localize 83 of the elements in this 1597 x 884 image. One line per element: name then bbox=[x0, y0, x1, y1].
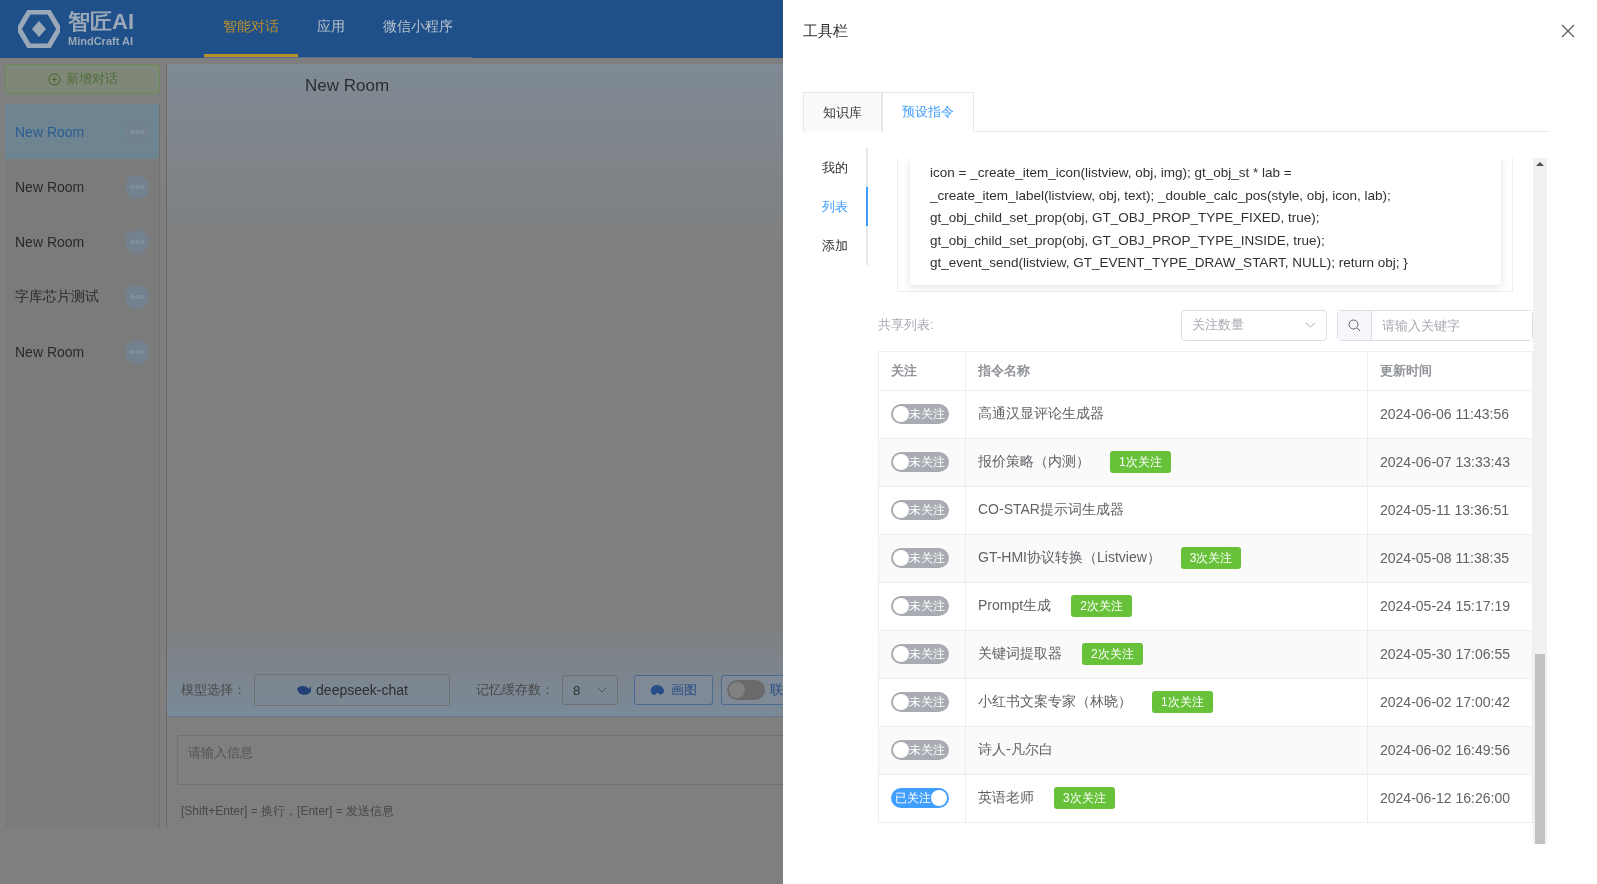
logo-icon bbox=[18, 10, 60, 48]
update-time: 2024-05-30 17:06:55 bbox=[1380, 646, 1510, 663]
scrollbar[interactable] bbox=[1533, 158, 1547, 844]
update-time: 2024-05-08 11:38:35 bbox=[1380, 550, 1509, 567]
code-line: gt_event_send(listview, GT_EVENT_TYPE_DRAW_START, NULL); return obj; } bbox=[930, 254, 1409, 273]
logo-subtitle: MindCraft AI bbox=[68, 34, 134, 48]
follow-count-tag: 2次关注 bbox=[1082, 643, 1143, 666]
room-item[interactable]: New Room bbox=[5, 324, 159, 379]
follow-count-tag: 2次关注 bbox=[1071, 595, 1132, 618]
model-label: 模型选择： bbox=[181, 681, 246, 699]
draw-button[interactable]: 画图 bbox=[634, 675, 713, 705]
command-name: GT-HMI协议转换（Listview） bbox=[978, 549, 1161, 568]
side-tab[interactable]: 我的 bbox=[803, 148, 868, 187]
code-line: icon = _create_item_icon(listview, obj, img); gt_obj_st * lab = bbox=[930, 164, 1293, 182]
memory-select[interactable]: 8 bbox=[562, 675, 618, 705]
nav-tab[interactable]: 智能对话 bbox=[204, 0, 298, 57]
search-icon[interactable] bbox=[1348, 318, 1361, 332]
follow-switch[interactable]: 未关注 bbox=[891, 452, 949, 473]
follow-count-tag: 3次关注 bbox=[1180, 547, 1242, 570]
follow-count-tag: 3次关注 bbox=[1054, 787, 1115, 810]
whale-icon bbox=[296, 684, 313, 696]
update-time: 2024-05-24 15:17:19 bbox=[1380, 598, 1510, 615]
follow-count-tag: 1次关注 bbox=[1110, 451, 1171, 474]
new-chat-button[interactable]: 新增对话 bbox=[5, 64, 160, 94]
command-name: Prompt生成 bbox=[978, 597, 1052, 616]
update-time: 2024-06-06 11:43:56 bbox=[1380, 406, 1509, 423]
command-name: CO-STAR提示词生成器 bbox=[978, 501, 1124, 520]
code-line: gt_obj_child_set_prop(obj, GT_OBJ_PROP_TYPE_INSIDE, true); bbox=[930, 231, 1326, 250]
nav-tab[interactable]: 微信小程序 bbox=[364, 0, 472, 57]
web-search-toggle[interactable]: 联 bbox=[721, 675, 783, 705]
chevron-down-icon bbox=[1305, 322, 1316, 329]
tab[interactable]: 知识库 bbox=[803, 92, 882, 132]
more-icon[interactable] bbox=[125, 174, 149, 199]
toggle-switch[interactable] bbox=[727, 680, 765, 700]
follow-count-tag: 1次关注 bbox=[1152, 691, 1213, 714]
code-line: _create_item_label(listview, obj, text); _double_calc_pos(style, obj, icon, lab); bbox=[930, 186, 1392, 205]
column-header: 指令名称 bbox=[965, 351, 1368, 391]
follow-switch[interactable]: 未关注 bbox=[891, 404, 949, 425]
sort-select[interactable]: 关注数量 bbox=[1181, 309, 1327, 341]
memory-label: 记忆缓存数： bbox=[476, 681, 554, 699]
update-time: 2024-06-02 16:49:56 bbox=[1380, 742, 1510, 759]
room-item[interactable]: New Room bbox=[5, 159, 159, 214]
model-select[interactable]: deepseek-chat bbox=[254, 674, 450, 706]
command-name: 小红书文案专家（林晓） bbox=[978, 693, 1132, 712]
follow-switch[interactable]: 未关注 bbox=[891, 740, 949, 761]
close-icon[interactable] bbox=[1561, 24, 1575, 38]
side-tab[interactable]: 列表 bbox=[803, 187, 868, 226]
column-header: 关注 bbox=[878, 351, 966, 391]
command-name: 报价策略（内测） bbox=[978, 453, 1090, 472]
follow-switch[interactable]: 未关注 bbox=[891, 644, 949, 665]
drawer-title: 工具栏 bbox=[803, 21, 848, 41]
palette-icon bbox=[650, 683, 665, 697]
nav-tab[interactable]: 应用 bbox=[298, 0, 364, 57]
update-time: 2024-05-11 13:36:51 bbox=[1380, 502, 1509, 519]
logo-title: 智匠AI bbox=[68, 10, 134, 34]
room-item[interactable]: 字库芯片测试 bbox=[5, 269, 159, 324]
scroll-thumb[interactable] bbox=[1535, 654, 1545, 844]
search-field[interactable]: 请输入关键字 bbox=[1337, 309, 1533, 341]
command-name: 关键词提取器 bbox=[978, 645, 1062, 664]
side-tab[interactable]: 添加 bbox=[803, 226, 868, 265]
command-name: 诗人-凡尔白 bbox=[978, 741, 1053, 760]
update-time: 2024-06-02 17:00:42 bbox=[1380, 694, 1510, 711]
follow-switch[interactable]: 未关注 bbox=[891, 500, 949, 521]
code-line: gt_obj_child_set_prop(obj, GT_OBJ_PROP_TYPE_FIXED, true); bbox=[930, 209, 1321, 228]
shared-list-label: 共享列表: bbox=[878, 316, 935, 335]
plus-circle-icon bbox=[47, 72, 61, 86]
room-title: New Room bbox=[305, 76, 391, 96]
room-item[interactable]: New Room bbox=[5, 214, 159, 269]
tab[interactable]: 预设指令 bbox=[882, 92, 974, 132]
update-time: 2024-06-07 13:33:43 bbox=[1380, 454, 1510, 471]
follow-switch[interactable]: 未关注 bbox=[891, 596, 949, 617]
command-name: 高通汉显评论生成器 bbox=[978, 405, 1104, 424]
follow-switch[interactable]: 未关注 bbox=[891, 692, 949, 713]
chevron-down-icon bbox=[597, 687, 607, 693]
room-item[interactable]: New Room bbox=[5, 104, 159, 159]
follow-switch[interactable]: 已关注 bbox=[891, 788, 949, 809]
column-header: 更新时间 bbox=[1367, 351, 1533, 391]
more-icon[interactable] bbox=[125, 284, 149, 309]
command-name: 英语老师 bbox=[978, 789, 1034, 808]
follow-switch[interactable]: 未关注 bbox=[891, 548, 949, 569]
more-icon[interactable] bbox=[125, 339, 149, 364]
update-time: 2024-06-12 16:26:00 bbox=[1380, 790, 1510, 807]
more-icon[interactable] bbox=[125, 229, 149, 254]
